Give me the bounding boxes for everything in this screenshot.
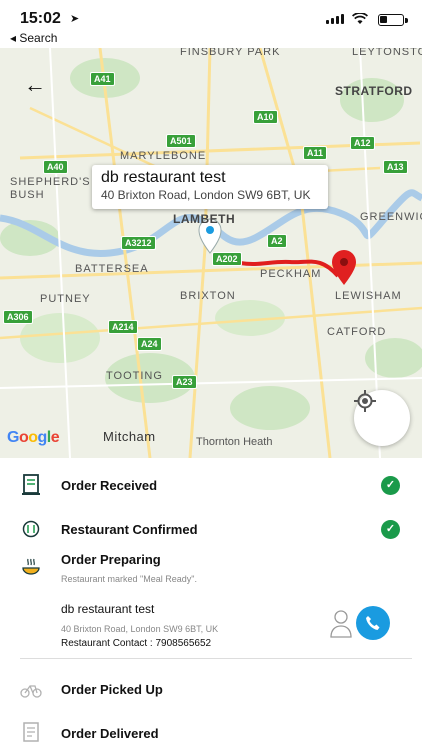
cooking-icon bbox=[20, 556, 42, 578]
step-label: Order Picked Up bbox=[61, 682, 163, 697]
map-place-label: PECKHAM bbox=[260, 268, 322, 280]
road-shield: A306 bbox=[3, 310, 33, 324]
map-place-label: BATTERSEA bbox=[75, 263, 149, 275]
road-shield: A40 bbox=[43, 160, 68, 174]
step-label: Order Received bbox=[61, 478, 158, 493]
signal-icon bbox=[326, 14, 344, 24]
receipt-icon bbox=[20, 474, 42, 496]
bike-icon bbox=[20, 678, 42, 700]
road-shield: A10 bbox=[253, 110, 278, 124]
map-place-label: GREENWICH bbox=[360, 211, 422, 223]
delivered-icon bbox=[20, 722, 42, 744]
road-shield: A12 bbox=[350, 136, 375, 150]
step-label: Restaurant Confirmed bbox=[61, 522, 198, 537]
road-shield: A501 bbox=[166, 134, 196, 148]
step-label: Order Delivered bbox=[61, 726, 159, 741]
preparing-subtext: Restaurant marked "Meal Ready". bbox=[61, 574, 197, 584]
google-logo: Google bbox=[7, 429, 60, 446]
road-shield: A202 bbox=[212, 252, 242, 266]
restaurant-address: 40 Brixton Road, London SW9 6BT, UK bbox=[61, 624, 219, 634]
order-status-panel: Order Received ✓ Restaurant Confirmed ✓ … bbox=[0, 458, 422, 750]
restaurant-contact: Restaurant Contact : 7908565652 bbox=[61, 638, 212, 649]
map-place-label: MARYLEBONE bbox=[120, 150, 207, 162]
road-shield: A23 bbox=[172, 375, 197, 389]
check-icon: ✓ bbox=[381, 476, 400, 495]
call-restaurant-button[interactable] bbox=[356, 606, 390, 640]
road-shield: A11 bbox=[303, 146, 328, 160]
map-place-label: LEWISHAM bbox=[335, 290, 402, 302]
restaurant-name: db restaurant test bbox=[61, 602, 155, 616]
battery-icon bbox=[378, 14, 404, 26]
phone-icon bbox=[366, 616, 380, 630]
map-view[interactable]: FINSBURY PARK LEYTONSTONE STRATFORD MARY… bbox=[0, 48, 422, 458]
locate-me-button[interactable] bbox=[354, 390, 410, 446]
map-place-label: BRIXTON bbox=[180, 290, 236, 302]
back-arrow-icon[interactable]: ← bbox=[24, 72, 46, 98]
map-place-label: TOOTING bbox=[106, 370, 163, 382]
restaurant-info-window[interactable]: db restaurant test 40 Brixton Road, Lond… bbox=[92, 165, 328, 209]
status-time: 15:02 bbox=[20, 10, 61, 27]
road-shield: A13 bbox=[383, 160, 408, 174]
info-window-title: db restaurant test bbox=[101, 169, 226, 186]
map-place-label: LAMBETH bbox=[173, 212, 236, 226]
road-shield: A24 bbox=[137, 337, 162, 351]
road-shield: A214 bbox=[108, 320, 138, 334]
road-shield: A3212 bbox=[121, 236, 156, 250]
map-place-label: SHEPHERD'S BUSH bbox=[10, 176, 91, 201]
map-place-label: LEYTONSTONE bbox=[352, 48, 422, 58]
map-place-label: FINSBURY PARK bbox=[180, 48, 281, 58]
check-icon: ✓ bbox=[381, 520, 400, 539]
map-place-label: PUTNEY bbox=[40, 293, 91, 305]
road-shield: A2 bbox=[267, 234, 287, 248]
restaurant-icon bbox=[20, 518, 42, 540]
map-place-label: STRATFORD bbox=[335, 84, 413, 98]
person-icon bbox=[330, 610, 352, 638]
back-to-search-link[interactable]: ◂ Search bbox=[10, 31, 57, 45]
map-place-label: CATFORD bbox=[327, 326, 387, 338]
step-label: Order Preparing bbox=[61, 552, 161, 567]
road-shield: A41 bbox=[90, 72, 115, 86]
location-arrow-icon: ➤ bbox=[70, 13, 80, 25]
map-place-label: Mitcham bbox=[103, 429, 156, 444]
section-divider bbox=[20, 658, 412, 659]
locate-icon bbox=[354, 390, 376, 412]
info-window-address: 40 Brixton Road, London SW9 6BT, UK bbox=[101, 188, 311, 202]
wifi-icon bbox=[351, 12, 369, 28]
map-place-label: Thornton Heath bbox=[196, 436, 273, 448]
status-bar: 15:02 ➤ ◂ Search bbox=[0, 0, 422, 48]
